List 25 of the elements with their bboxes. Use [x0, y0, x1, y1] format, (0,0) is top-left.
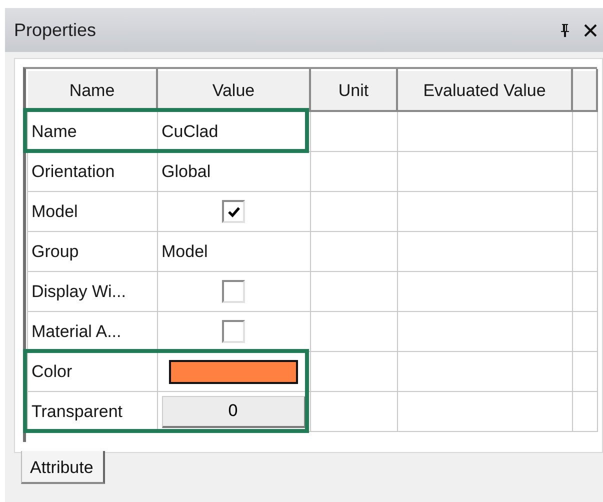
property-name: Model — [27, 192, 157, 232]
property-name: Name — [27, 111, 157, 152]
property-name: Color — [27, 352, 157, 392]
column-header[interactable]: Value — [157, 70, 310, 111]
checkmark-icon — [226, 206, 240, 218]
column-header-blank — [572, 70, 597, 111]
pin-icon[interactable] — [560, 23, 570, 37]
checkbox[interactable] — [222, 280, 245, 303]
property-name: Transparent — [27, 392, 157, 432]
property-value: Global — [157, 152, 310, 192]
column-header[interactable]: Name — [27, 70, 157, 111]
column-header[interactable]: Unit — [310, 70, 397, 111]
value-button[interactable]: 0 — [162, 396, 306, 428]
property-name: Orientation — [27, 152, 157, 192]
color-swatch[interactable] — [169, 360, 298, 384]
close-icon[interactable] — [584, 24, 597, 36]
checkbox[interactable] — [222, 320, 245, 343]
property-name: Group — [27, 232, 157, 272]
checkbox[interactable] — [222, 200, 245, 223]
property-value: Model — [157, 232, 310, 272]
column-header[interactable]: Evaluated Value — [397, 70, 572, 111]
tab[interactable]: Attribute — [21, 451, 106, 484]
panel-title: Properties — [14, 20, 98, 40]
property-name: Display Wi... — [27, 272, 157, 312]
property-name: Material A... — [27, 312, 157, 352]
